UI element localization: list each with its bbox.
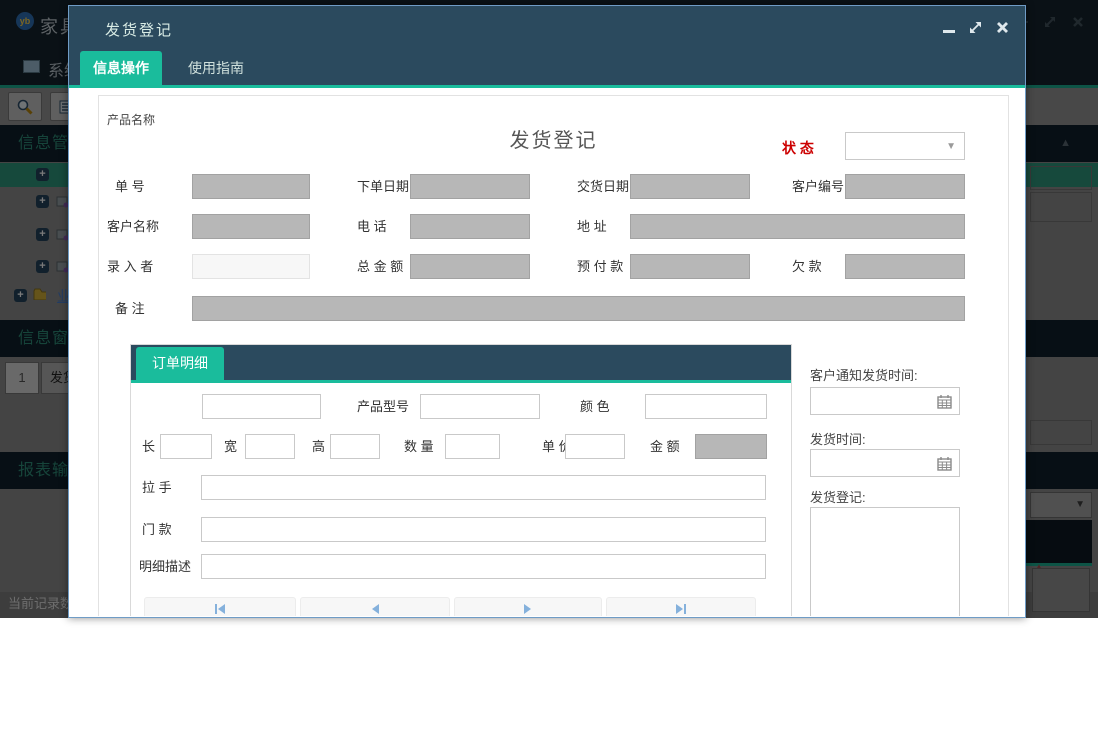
door-style-label: 门 款 bbox=[142, 517, 172, 542]
first-page-button[interactable] bbox=[144, 597, 296, 616]
order-no-field bbox=[192, 174, 310, 199]
ship-time-label: 发货时间: bbox=[810, 429, 866, 448]
delivery-date-label: 交货日期 bbox=[577, 174, 629, 199]
form-panel: 产品名称 发货登记 状 态 ▼ 单 号 下单日期 交货日期 客户编号 客户名称 … bbox=[98, 95, 1009, 616]
arrears-label: 欠 款 bbox=[792, 254, 822, 279]
ship-register-textarea[interactable] bbox=[810, 507, 960, 616]
calendar-icon bbox=[937, 456, 952, 471]
detail-desc-input[interactable] bbox=[201, 554, 766, 579]
order-detail-header: 订单明细 bbox=[131, 345, 791, 383]
close-icon[interactable] bbox=[996, 21, 1009, 34]
order-detail-panel: 订单明细 产品型号 颜 色 长 宽 高 数 量 bbox=[130, 344, 792, 616]
quantity-label: 数 量 bbox=[404, 434, 434, 459]
phone-field bbox=[410, 214, 530, 239]
next-page-button[interactable] bbox=[454, 597, 602, 616]
prev-page-button[interactable] bbox=[300, 597, 450, 616]
customer-no-field bbox=[845, 174, 965, 199]
color-label: 颜 色 bbox=[580, 394, 610, 419]
delivery-date-field bbox=[630, 174, 750, 199]
amount-field bbox=[695, 434, 767, 459]
chevron-down-icon: ▼ bbox=[946, 141, 956, 152]
product-model-input[interactable] bbox=[420, 394, 540, 419]
width-input[interactable] bbox=[245, 434, 295, 459]
customer-name-field bbox=[192, 214, 310, 239]
product-model-label: 产品型号 bbox=[357, 394, 409, 419]
unit-price-input[interactable] bbox=[565, 434, 625, 459]
length-label: 长 bbox=[142, 434, 155, 459]
tab-user-guide[interactable]: 使用指南 bbox=[174, 51, 258, 85]
total-amount-field bbox=[410, 254, 530, 279]
phone-label: 电 话 bbox=[357, 214, 387, 239]
color-input[interactable] bbox=[645, 394, 767, 419]
address-label: 地 址 bbox=[577, 214, 607, 239]
maximize-icon[interactable] bbox=[969, 21, 982, 34]
dialog-title: 发货登记 bbox=[105, 19, 173, 40]
prepayment-label: 预 付 款 bbox=[577, 254, 623, 279]
order-detail-content: 产品型号 颜 色 长 宽 高 数 量 单 价 金 bbox=[131, 383, 791, 616]
amount-label: 金 额 bbox=[650, 434, 680, 459]
total-amount-label: 总 金 额 bbox=[357, 254, 403, 279]
last-page-button[interactable] bbox=[606, 597, 756, 616]
order-date-label: 下单日期 bbox=[357, 174, 409, 199]
notify-time-label: 客户通知发货时间: bbox=[810, 365, 918, 384]
width-label: 宽 bbox=[224, 434, 237, 459]
entered-by-field bbox=[192, 254, 310, 279]
next-page-icon bbox=[522, 603, 534, 615]
status-label: 状 态 bbox=[782, 136, 814, 161]
detail-desc-label: 明细描述 bbox=[139, 554, 191, 579]
customer-name-label: 客户名称 bbox=[107, 214, 159, 239]
handle-input[interactable] bbox=[201, 475, 766, 500]
dialog-titlebar: 发货登记 bbox=[69, 6, 1025, 51]
order-no-label: 单 号 bbox=[115, 174, 145, 199]
door-style-input[interactable] bbox=[201, 517, 766, 542]
ship-time-input[interactable] bbox=[810, 449, 960, 477]
status-select[interactable]: ▼ bbox=[845, 132, 965, 160]
minimize-icon[interactable] bbox=[943, 30, 955, 33]
tab-order-detail[interactable]: 订单明细 bbox=[136, 347, 224, 380]
height-input[interactable] bbox=[330, 434, 380, 459]
address-field bbox=[630, 214, 965, 239]
calendar-icon bbox=[937, 394, 952, 409]
dialog-tabbar: 信息操作 使用指南 bbox=[69, 51, 1025, 88]
handle-label: 拉 手 bbox=[142, 475, 172, 500]
dialog-body: 产品名称 发货登记 状 态 ▼ 单 号 下单日期 交货日期 客户编号 客户名称 … bbox=[69, 88, 1025, 616]
last-page-icon bbox=[674, 603, 688, 615]
tab-info-operation[interactable]: 信息操作 bbox=[80, 51, 162, 85]
detail-product-name-input[interactable] bbox=[202, 394, 321, 419]
notify-time-input[interactable] bbox=[810, 387, 960, 415]
remark-label: 备 注 bbox=[115, 296, 145, 321]
length-input[interactable] bbox=[160, 434, 212, 459]
first-page-icon bbox=[213, 603, 227, 615]
customer-no-label: 客户编号 bbox=[792, 174, 844, 199]
shipping-registration-dialog: 发货登记 信息操作 使用指南 产品名称 发货登记 状 态 ▼ 单 号 bbox=[68, 5, 1026, 618]
ship-register-label: 发货登记: bbox=[810, 487, 866, 506]
page: yb 家具 系统 信息管理 ▲ + + bbox=[0, 0, 1098, 735]
remark-field bbox=[192, 296, 965, 321]
entered-by-label: 录 入 者 bbox=[107, 254, 153, 279]
dialog-window-controls bbox=[943, 21, 1009, 34]
order-date-field bbox=[410, 174, 530, 199]
prev-page-icon bbox=[369, 603, 381, 615]
prepayment-field bbox=[630, 254, 750, 279]
arrears-field bbox=[845, 254, 965, 279]
quantity-input[interactable] bbox=[445, 434, 500, 459]
height-label: 高 bbox=[312, 434, 325, 459]
